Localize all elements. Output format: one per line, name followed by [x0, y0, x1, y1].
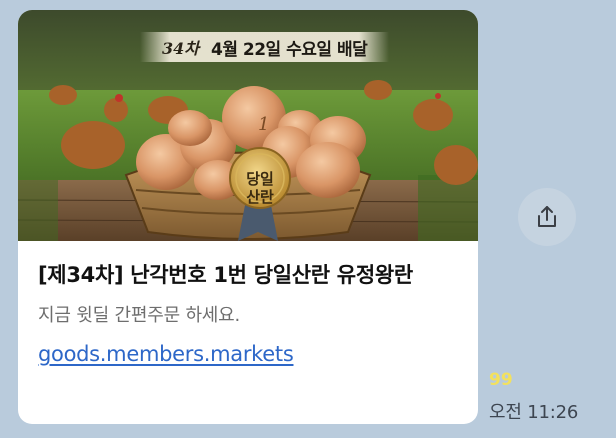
preview-title[interactable]: [제34차] 난각번호 1번 당일산란 유정왕란	[38, 261, 458, 289]
delivery-date: 4월 22일 수요일 배달	[211, 39, 368, 60]
share-button[interactable]	[518, 188, 576, 246]
preview-info: [제34차] 난각번호 1번 당일산란 유정왕란 지금 윗딜 간편주문 하세요.…	[18, 241, 478, 366]
egg-number-stamp: 1	[258, 114, 270, 135]
round-label: 34차	[162, 39, 199, 58]
same-day-badge: 당일 산란	[246, 170, 274, 206]
preview-link[interactable]: goods.members.markets	[38, 342, 294, 366]
preview-description: 지금 윗딜 간편주문 하세요.	[38, 305, 241, 326]
preview-image: 34차 4월 22일 수요일 배달 1 당일 산란	[18, 10, 478, 241]
share-icon	[538, 206, 556, 227]
link-preview-card[interactable]: 34차 4월 22일 수요일 배달 1 당일 산란 [제34차] 난각번호 1번 …	[18, 10, 478, 424]
message-timestamp: 오전 11:26	[489, 402, 579, 423]
unread-count: 99	[489, 370, 513, 390]
delivery-banner: 34차 4월 22일 수요일 배달	[140, 32, 390, 62]
